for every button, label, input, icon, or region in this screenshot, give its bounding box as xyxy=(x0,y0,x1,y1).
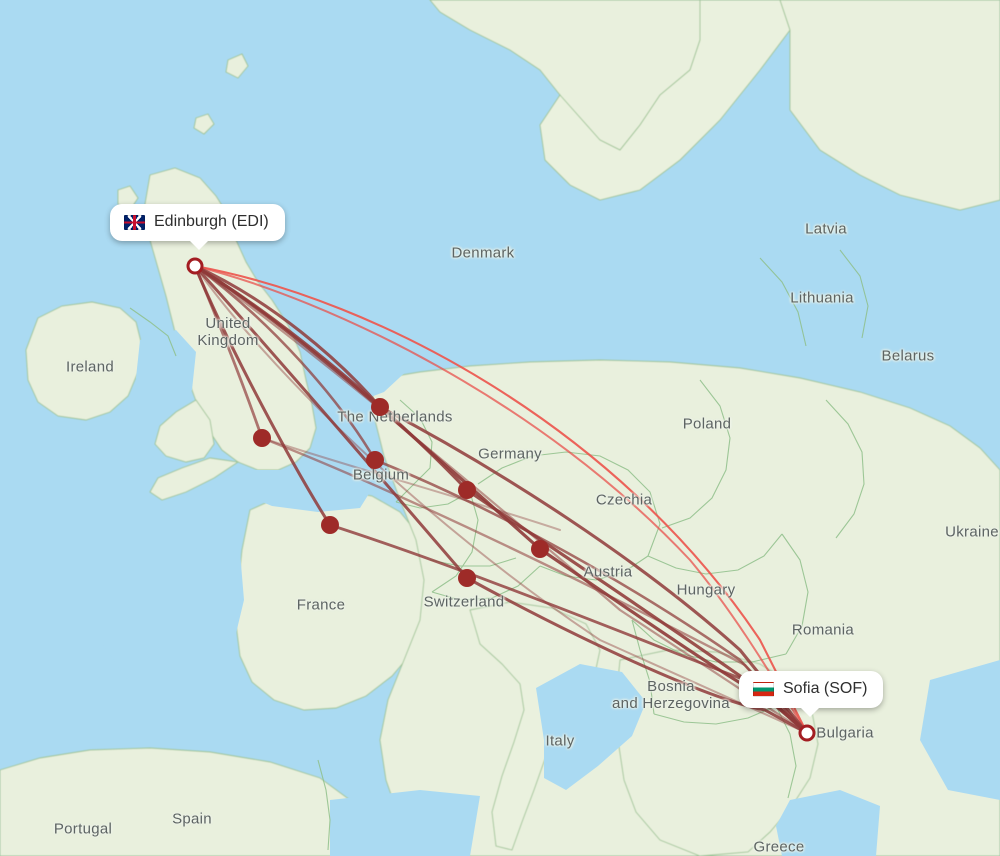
destination-airport-label[interactable]: Sofia (SOF) xyxy=(739,671,884,717)
destination-airport-text: Sofia (SOF) xyxy=(783,680,868,697)
waypoint-marker[interactable] xyxy=(531,540,549,558)
waypoint-marker[interactable] xyxy=(321,516,339,534)
destination-airport-marker[interactable] xyxy=(798,724,816,742)
bubble-tail-icon xyxy=(799,706,821,717)
route-direct-edi-sof-2 xyxy=(194,265,808,734)
waypoint-marker[interactable] xyxy=(458,481,476,499)
waypoint-marker[interactable] xyxy=(253,429,271,447)
bubble-tail-icon xyxy=(188,239,210,250)
waypoint-marker[interactable] xyxy=(371,398,389,416)
flag-bg-icon xyxy=(753,681,774,697)
waypoint-marker[interactable] xyxy=(366,451,384,469)
flight-routes-layer xyxy=(193,264,809,735)
flag-gb-icon xyxy=(124,214,145,230)
origin-airport-label[interactable]: Edinburgh (EDI) xyxy=(110,204,285,250)
origin-airport-marker[interactable] xyxy=(186,257,204,275)
route-direct-edi-sof xyxy=(193,264,809,735)
flight-route-map[interactable]: Denmark Latvia Lithuania Belarus Ireland Unit… xyxy=(0,0,1000,856)
route-lhr-sof xyxy=(260,436,809,735)
route-alt-2 xyxy=(194,265,808,734)
waypoint-marker[interactable] xyxy=(458,569,476,587)
origin-airport-text: Edinburgh (EDI) xyxy=(154,213,269,230)
route-alt-1 xyxy=(193,264,809,735)
